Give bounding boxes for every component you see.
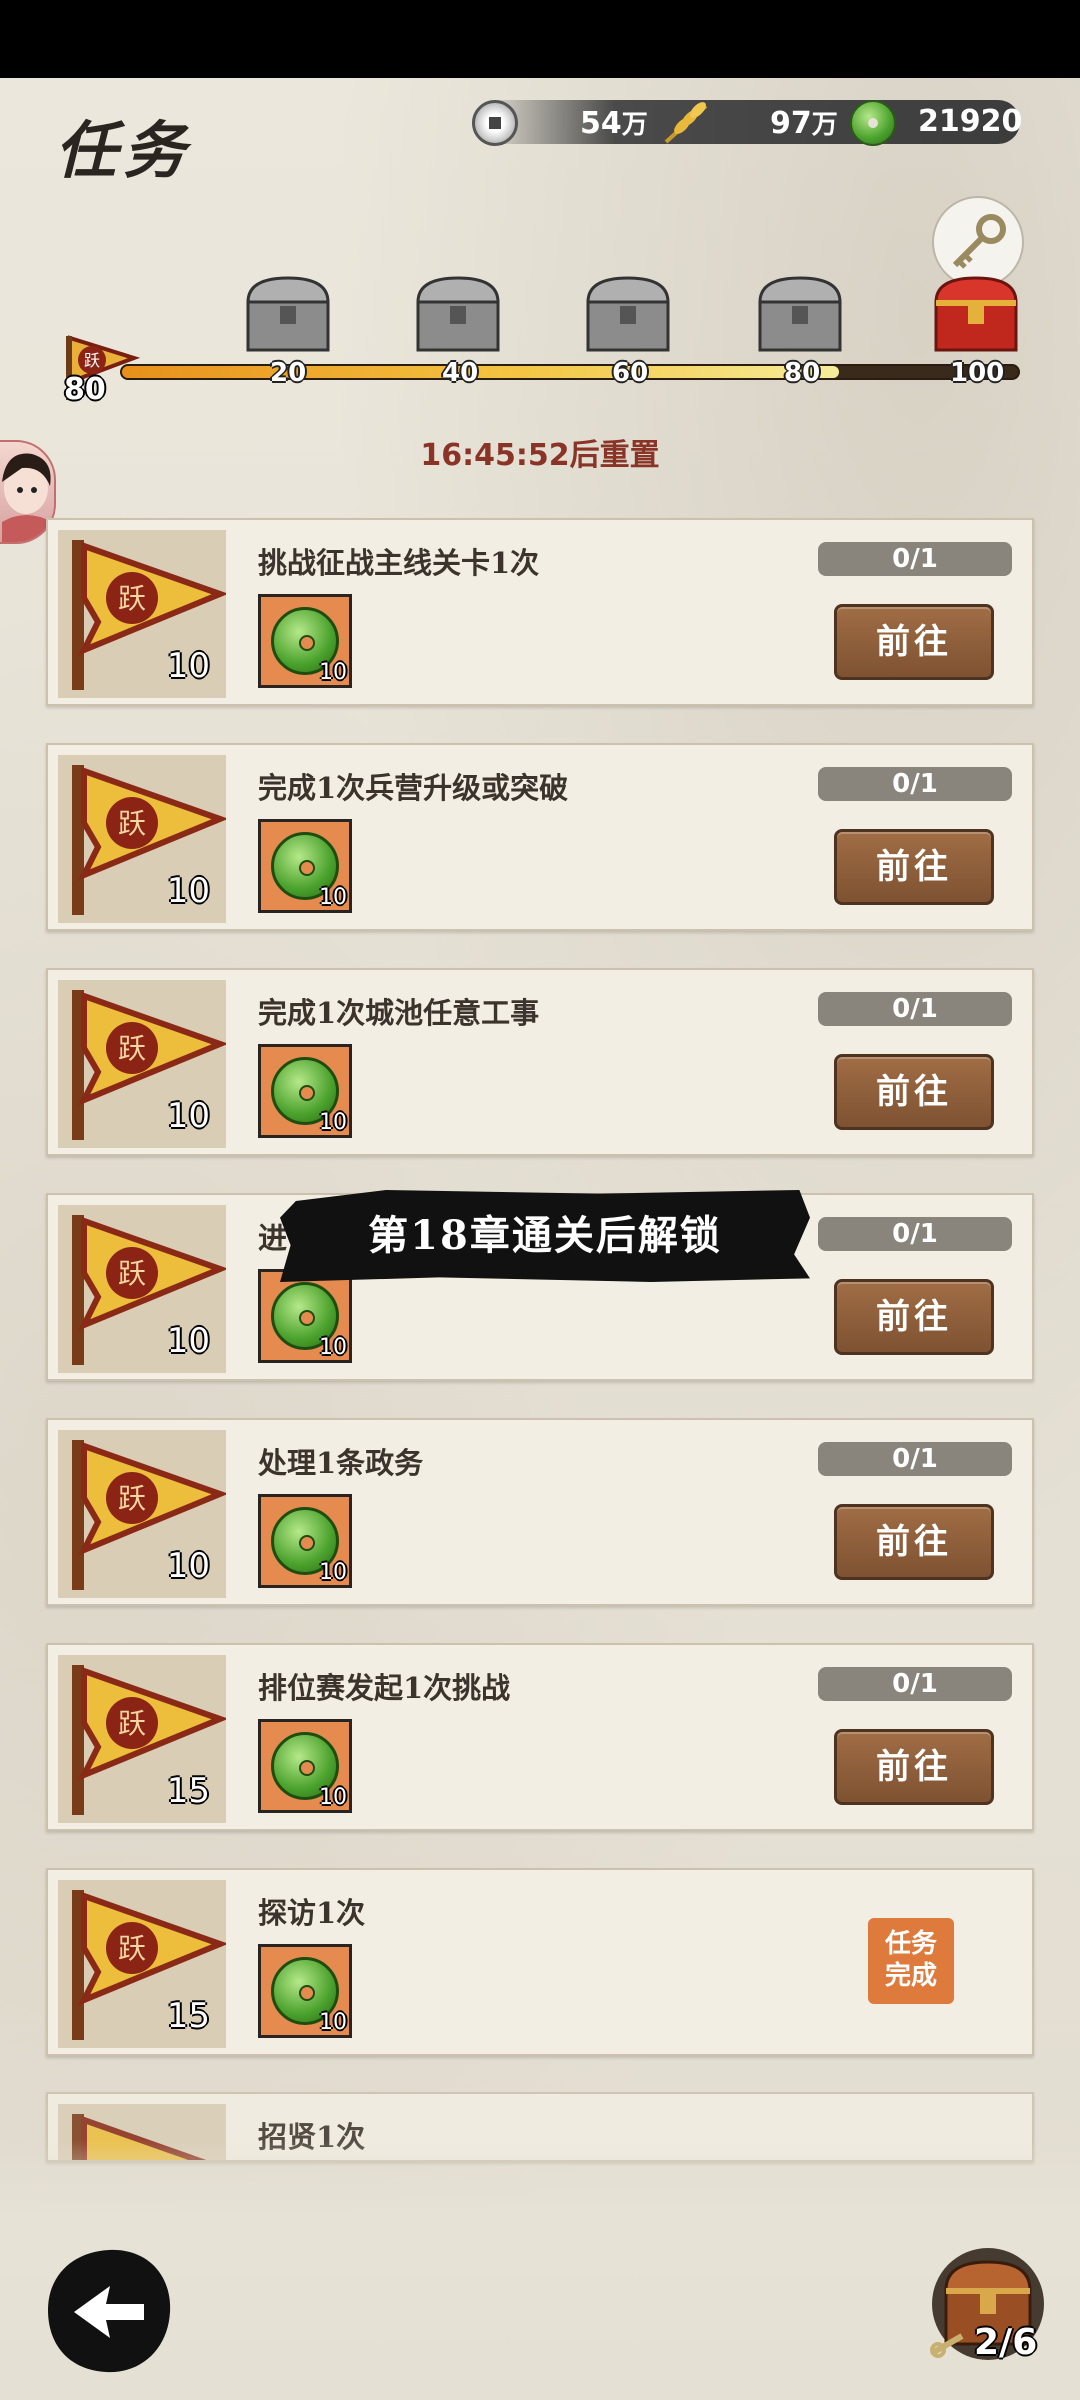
activity-points-flag: 跃 15: [58, 1880, 226, 2048]
jade-currency-icon: [850, 100, 896, 146]
reward-item[interactable]: 10: [258, 1044, 352, 1138]
reward-quantity: 10: [319, 660, 347, 685]
go-button[interactable]: 前往: [834, 1054, 994, 1130]
silver-chest-icon[interactable]: [240, 272, 336, 354]
go-button[interactable]: 前往: [834, 1729, 994, 1805]
activity-points-flag: 跃 10: [58, 980, 226, 1148]
page-title: 任务: [55, 114, 192, 187]
flag-char: 跃: [118, 807, 146, 840]
activity-flag-char: 跃: [84, 351, 100, 370]
reward-item[interactable]: 10: [258, 1269, 352, 1363]
task-card: 跃 10 挑战征战主线关卡1次 10 0/1 前往: [46, 518, 1034, 706]
reward-item[interactable]: 10: [258, 1494, 352, 1588]
activity-points-flag: 跃 10: [58, 530, 226, 698]
status-bar: [0, 0, 1080, 78]
back-arrow-icon[interactable]: [44, 2246, 174, 2376]
flag-char: 跃: [118, 582, 146, 615]
activity-points-flag: 跃 10: [58, 1430, 226, 1598]
milestone-label: 40: [442, 358, 479, 388]
activity-points-value: 10: [166, 871, 210, 911]
activity-points-value: 15: [166, 1771, 210, 1811]
milestone-label: 100: [950, 358, 1005, 388]
silver-chest-icon[interactable]: [752, 272, 848, 354]
reward-quantity: 10: [319, 1785, 347, 1810]
task-progress: 0/1: [818, 992, 1012, 1026]
flag-char: 跃: [118, 1257, 146, 1290]
jade-value: 21920: [918, 104, 1023, 139]
reward-quantity: 10: [319, 1560, 347, 1585]
go-button[interactable]: 前往: [834, 1279, 994, 1355]
grain-icon: [664, 102, 708, 144]
locked-banner: 第18章通关后解锁: [280, 1190, 810, 1282]
activity-points-value: 10: [166, 646, 210, 686]
copper-coin-icon: [472, 100, 518, 146]
reward-quantity: 10: [319, 1335, 347, 1360]
task-progress: 0/1: [818, 767, 1012, 801]
task-progress: 0/1: [818, 1442, 1012, 1476]
task-progress: 0/1: [818, 542, 1012, 576]
activity-level: 80: [64, 372, 106, 407]
task-title: 排位赛发起1次挑战: [258, 1671, 511, 1705]
reward-item[interactable]: 10: [258, 1944, 352, 2038]
task-card: 跃 10 完成1次城池任意工事 10 0/1 前往: [46, 968, 1034, 1156]
reset-timer: 16:45:52后重置: [420, 438, 660, 473]
stamp-line: 任务: [884, 1929, 937, 1959]
activity-progress-fill: [122, 366, 839, 378]
task-card: 跃 15 排位赛发起1次挑战 10 0/1 前往: [46, 1643, 1034, 1831]
activity-points-value: 10: [166, 1546, 210, 1586]
go-button[interactable]: 前往: [834, 829, 994, 905]
chest-key-count: 2/6: [974, 2322, 1038, 2363]
activity-points-flag: 跃 10: [58, 1205, 226, 1373]
reward-quantity: 10: [319, 885, 347, 910]
task-title: 完成1次城池任意工事: [258, 996, 540, 1030]
activity-points-value: 10: [166, 1096, 210, 1136]
go-button[interactable]: 前往: [834, 604, 994, 680]
task-card: 跃 15 探访1次 10 任务 完成: [46, 1868, 1034, 2056]
task-card: 跃 10 完成1次兵营升级或突破 10 0/1 前往: [46, 743, 1034, 931]
reward-item[interactable]: 10: [258, 1719, 352, 1813]
flag-char: 跃: [118, 1032, 146, 1065]
reward-quantity: 10: [319, 1110, 347, 1135]
key-icon: [952, 214, 1006, 269]
reward-quantity: 10: [319, 2010, 347, 2035]
task-title: 完成1次兵营升级或突破: [258, 771, 569, 805]
grain-value: 97万: [770, 106, 838, 141]
milestone-label: 80: [784, 358, 821, 388]
milestone-label: 60: [612, 358, 649, 388]
silver-chest-icon[interactable]: [580, 272, 676, 354]
flag-char: 跃: [118, 1932, 146, 1965]
task-card: 跃 10 处理1条政务 10 0/1 前往: [46, 1418, 1034, 1606]
task-progress: 0/1: [818, 1667, 1012, 1701]
activity-points-value: 15: [166, 1996, 210, 2036]
activity-progress-bar: [120, 364, 1020, 380]
go-button[interactable]: 前往: [834, 1504, 994, 1580]
task-progress: 0/1: [818, 1217, 1012, 1251]
activity-points-flag: 跃 15: [58, 1655, 226, 1823]
task-title: 处理1条政务: [258, 1446, 424, 1480]
task-title: 挑战征战主线关卡1次: [258, 546, 540, 580]
flag-char: 跃: [118, 1482, 146, 1515]
stamp-line: 完成: [884, 1961, 937, 1991]
activity-points-flag: 跃 10: [58, 755, 226, 923]
reward-item[interactable]: 10: [258, 594, 352, 688]
flag-char: 跃: [118, 1707, 146, 1740]
task-complete-stamp: 任务 完成: [868, 1918, 954, 2004]
copper-value: 54万: [580, 106, 648, 141]
activity-points-value: 10: [166, 1321, 210, 1361]
task-title: 探访1次: [258, 1896, 366, 1930]
silver-chest-icon[interactable]: [410, 272, 506, 354]
reward-item[interactable]: 10: [258, 819, 352, 913]
milestone-label: 20: [270, 358, 307, 388]
gold-chest-icon[interactable]: [928, 272, 1024, 354]
